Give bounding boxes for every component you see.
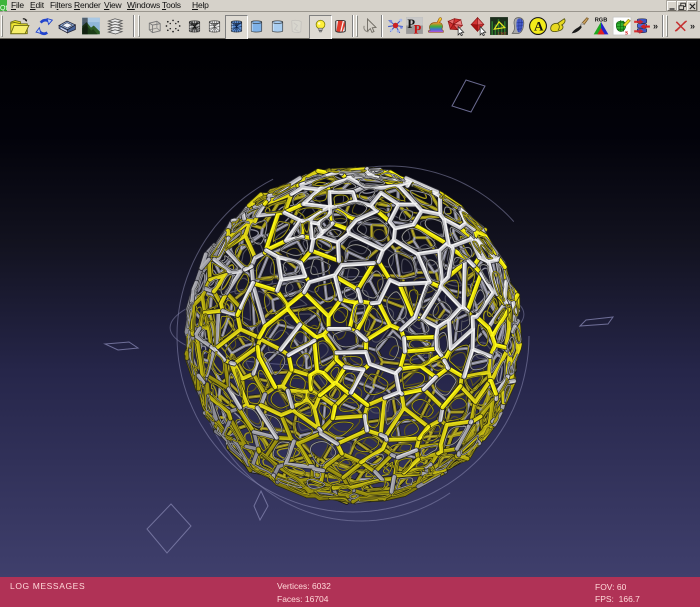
- svg-text:1.3e2: 1.3e2: [497, 32, 506, 36]
- svg-text:P: P: [414, 22, 422, 36]
- svg-text:A: A: [534, 19, 544, 34]
- svg-text:s: s: [625, 27, 628, 36]
- svg-text:Qt: Qt: [0, 5, 7, 12]
